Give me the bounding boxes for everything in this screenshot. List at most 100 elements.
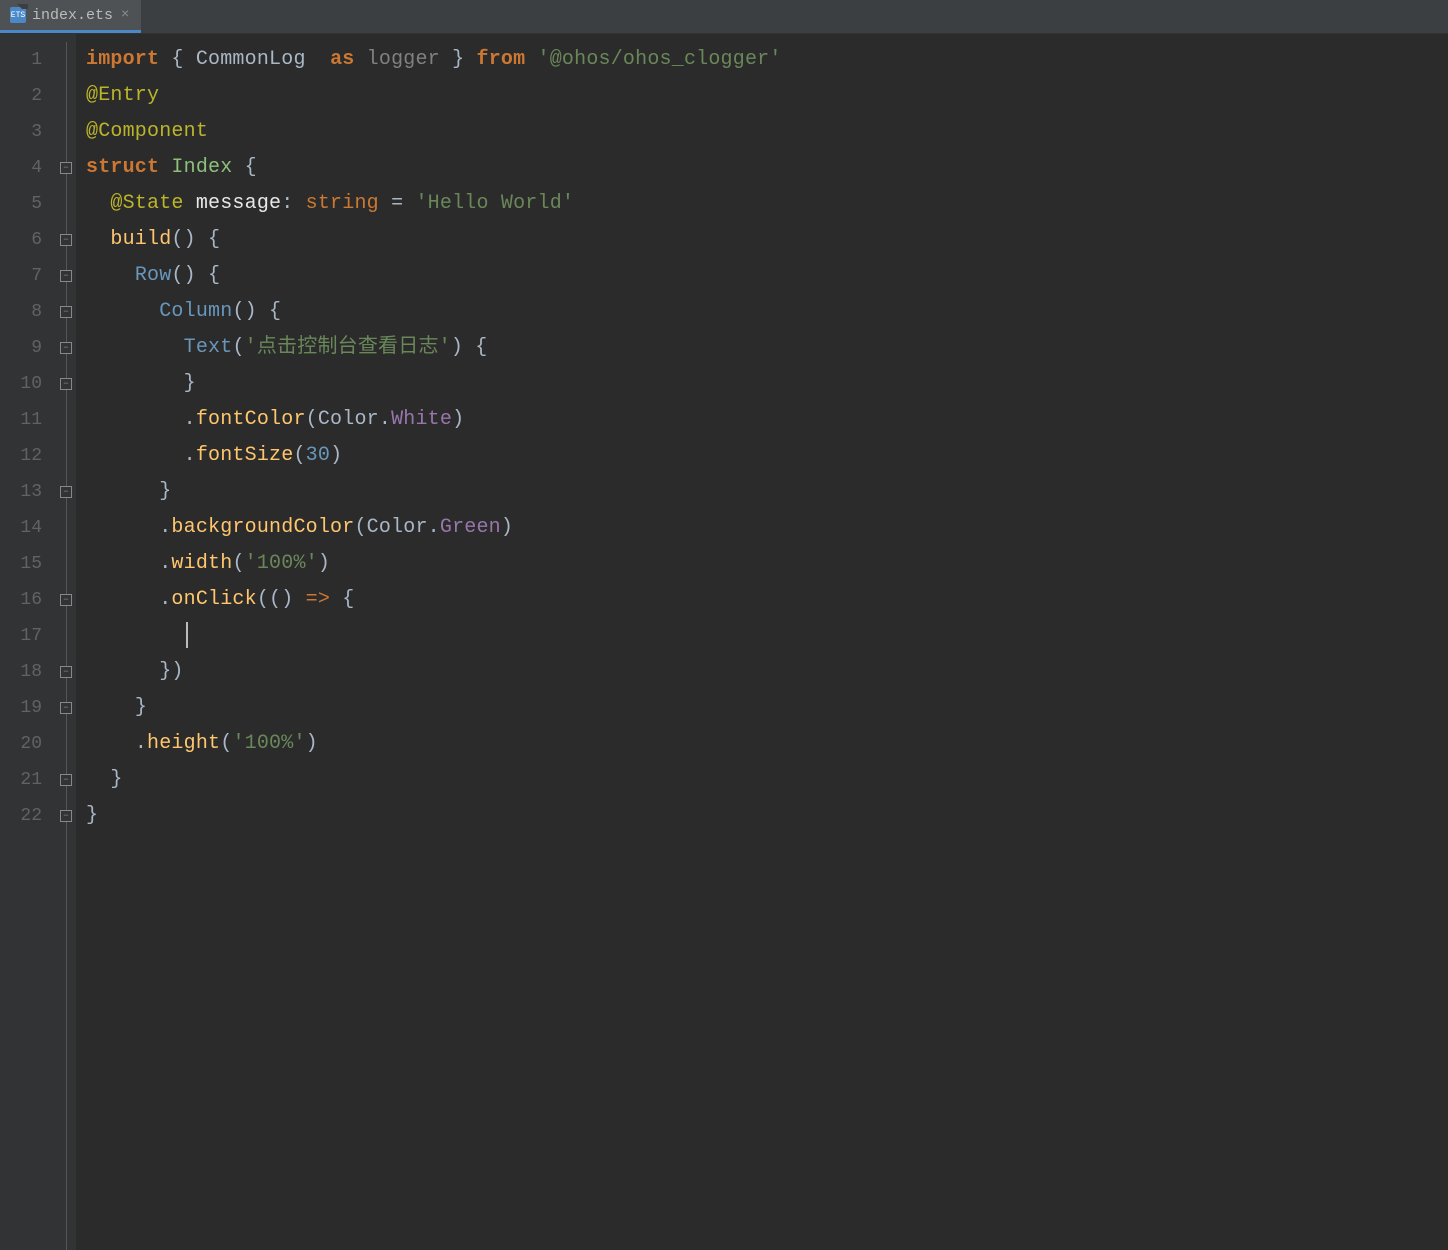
fold-open-icon[interactable]: −	[60, 234, 72, 246]
token-white-text	[86, 732, 135, 755]
line-number: 4	[0, 150, 56, 186]
token-white-text	[86, 696, 135, 719]
token-brace: {	[208, 264, 220, 287]
code-line[interactable]: }	[86, 474, 1448, 510]
code-line[interactable]: .backgroundColor(Color.Green)	[86, 510, 1448, 546]
fold-open-icon[interactable]: −	[60, 306, 72, 318]
token-func-call: Column	[159, 300, 232, 323]
fold-marker	[56, 402, 76, 438]
fold-open-icon[interactable]: −	[60, 270, 72, 282]
code-line[interactable]: Row() {	[86, 258, 1448, 294]
fold-marker	[56, 42, 76, 78]
token-dot: .	[159, 552, 171, 575]
token-text-label: Color	[367, 516, 428, 539]
line-number: 2	[0, 78, 56, 114]
line-number: 21	[0, 762, 56, 798]
fold-open-icon[interactable]: −	[60, 342, 72, 354]
token-brace: }	[135, 696, 147, 719]
text-cursor	[186, 622, 188, 648]
line-number: 5	[0, 186, 56, 222]
code-line[interactable]: }	[86, 366, 1448, 402]
fold-marker[interactable]: −	[56, 654, 76, 690]
fold-marker[interactable]: −	[56, 474, 76, 510]
fold-close-icon[interactable]: −	[60, 810, 72, 822]
token-from-kw: from	[477, 48, 538, 71]
code-line[interactable]: struct Index {	[86, 150, 1448, 186]
fold-marker[interactable]: −	[56, 762, 76, 798]
token-paren: )	[306, 732, 318, 755]
vertical-scrollbar[interactable]	[1434, 34, 1448, 1250]
code-line[interactable]	[86, 618, 1448, 654]
code-line[interactable]: }	[86, 690, 1448, 726]
code-line[interactable]: @Entry	[86, 78, 1448, 114]
token-paren: (	[232, 552, 244, 575]
token-paren: )	[501, 516, 513, 539]
code-line[interactable]: Column() {	[86, 294, 1448, 330]
code-line[interactable]: .onClick(() => {	[86, 582, 1448, 618]
token-white-text	[86, 444, 184, 467]
token-brace: {	[245, 156, 257, 179]
code-line[interactable]: }	[86, 762, 1448, 798]
code-line[interactable]: @Component	[86, 114, 1448, 150]
code-line[interactable]: @State message: string = 'Hello World'	[86, 186, 1448, 222]
line-number: 13	[0, 474, 56, 510]
code-line[interactable]: })	[86, 654, 1448, 690]
line-number: 7	[0, 258, 56, 294]
token-brace: {	[269, 300, 281, 323]
close-tab-icon[interactable]: ×	[119, 7, 131, 23]
fold-marker[interactable]: −	[56, 690, 76, 726]
fold-close-icon[interactable]: −	[60, 774, 72, 786]
token-prop: White	[391, 408, 452, 431]
token-brace: {	[171, 48, 195, 71]
token-paren: (	[220, 732, 232, 755]
token-func-name: build	[110, 228, 171, 251]
token-string-green: '100%'	[245, 552, 318, 575]
token-string-green: '100%'	[232, 732, 305, 755]
code-line[interactable]: .fontSize(30)	[86, 438, 1448, 474]
token-brace: {	[208, 228, 220, 251]
token-string-green: 'Hello World'	[415, 192, 574, 215]
token-punct: =	[391, 192, 415, 215]
fold-marker[interactable]: −	[56, 330, 76, 366]
fold-marker[interactable]: −	[56, 258, 76, 294]
fold-marker[interactable]: −	[56, 798, 76, 834]
fold-marker[interactable]: −	[56, 366, 76, 402]
line-number: 22	[0, 798, 56, 834]
token-white-text	[86, 624, 184, 647]
code-line[interactable]: Text('点击控制台查看日志') {	[86, 330, 1448, 366]
code-editor[interactable]: 12345678910111213141516171819202122 −−−−…	[0, 34, 1448, 1250]
fold-marker[interactable]: −	[56, 150, 76, 186]
fold-close-icon[interactable]: −	[60, 702, 72, 714]
fold-close-icon[interactable]: −	[60, 486, 72, 498]
token-paren: (()	[257, 588, 306, 611]
token-dot: .	[159, 588, 171, 611]
token-arrow: =>	[306, 588, 343, 611]
line-number: 11	[0, 402, 56, 438]
code-line[interactable]: build() {	[86, 222, 1448, 258]
token-decorator: @Component	[86, 120, 208, 143]
code-line[interactable]: .fontColor(Color.White)	[86, 402, 1448, 438]
token-func-call: Text	[184, 336, 233, 359]
fold-marker[interactable]: −	[56, 294, 76, 330]
fold-marker[interactable]: −	[56, 582, 76, 618]
code-content[interactable]: import { CommonLog as logger } from '@oh…	[76, 34, 1448, 1250]
token-white-text	[86, 588, 159, 611]
token-white-text: message	[196, 192, 281, 215]
code-line[interactable]: .height('100%')	[86, 726, 1448, 762]
fold-marker	[56, 186, 76, 222]
code-line[interactable]: }	[86, 798, 1448, 834]
line-number: 3	[0, 114, 56, 150]
fold-close-icon[interactable]: −	[60, 378, 72, 390]
line-number: 16	[0, 582, 56, 618]
token-paren: (	[293, 444, 305, 467]
fold-open-icon[interactable]: −	[60, 162, 72, 174]
file-tab[interactable]: ETS index.ets ×	[0, 0, 141, 33]
fold-close-icon[interactable]: −	[60, 666, 72, 678]
fold-open-icon[interactable]: −	[60, 594, 72, 606]
token-brace: }	[159, 480, 171, 503]
token-paren: )	[330, 444, 342, 467]
token-dot: .	[159, 516, 171, 539]
fold-marker[interactable]: −	[56, 222, 76, 258]
code-line[interactable]: .width('100%')	[86, 546, 1448, 582]
code-line[interactable]: import { CommonLog as logger } from '@oh…	[86, 42, 1448, 78]
